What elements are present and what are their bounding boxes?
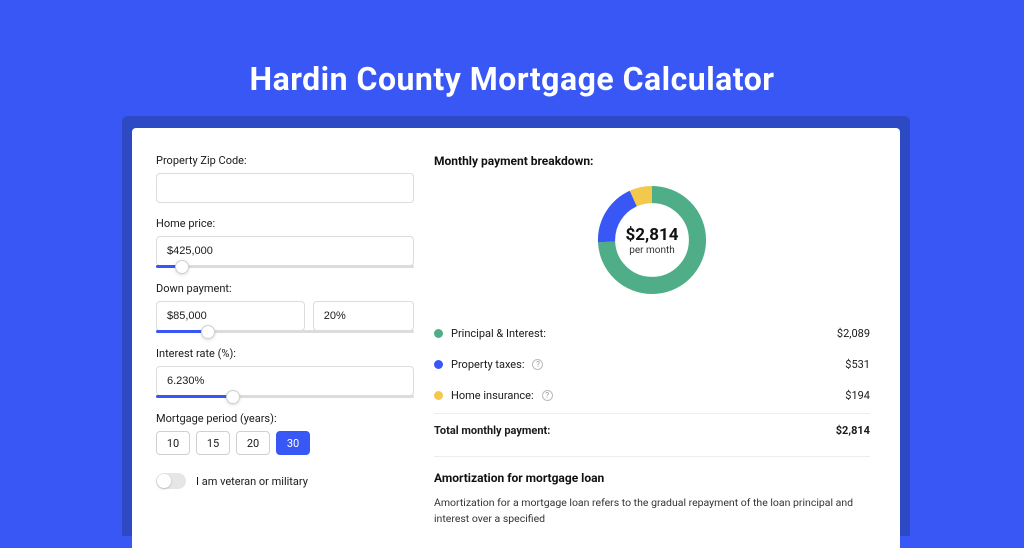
legend-label: Home insurance:	[451, 389, 534, 402]
legend-label: Principal & Interest:	[451, 327, 546, 340]
form-panel: Property Zip Code: Home price: Down paym…	[156, 154, 414, 548]
zip-field: Property Zip Code:	[156, 154, 414, 203]
interest-label: Interest rate (%):	[156, 347, 414, 360]
results-panel: Monthly payment breakdown: $2,814 per mo…	[434, 154, 870, 548]
veteran-label: I am veteran or military	[196, 475, 308, 488]
period-field: Mortgage period (years): 10152030	[156, 412, 414, 455]
down-payment-slider[interactable]	[156, 330, 414, 333]
legend-value: $2,089	[837, 327, 870, 340]
home-price-input[interactable]	[156, 236, 414, 266]
toggle-knob	[157, 474, 171, 488]
donut-chart-wrap: $2,814 per month	[434, 180, 870, 300]
legend-row: Principal & Interest: $2,089	[434, 318, 870, 349]
donut-sub: per month	[629, 245, 675, 256]
interest-input[interactable]	[156, 366, 414, 396]
breakdown-title: Monthly payment breakdown:	[434, 154, 870, 168]
home-price-field: Home price:	[156, 217, 414, 268]
legend-value: $194	[845, 389, 870, 402]
period-options: 10152030	[156, 431, 414, 455]
legend-value: $531	[845, 358, 870, 371]
interest-slider[interactable]	[156, 395, 414, 398]
period-option-20[interactable]: 20	[236, 431, 270, 455]
legend-row: Property taxes:? $531	[434, 349, 870, 380]
breakdown-legend: Principal & Interest: $2,089 Property taxe…	[434, 318, 870, 411]
donut-chart: $2,814 per month	[592, 180, 712, 300]
down-payment-amount-input[interactable]	[156, 301, 305, 331]
legend-dot-icon	[434, 360, 443, 369]
amortization-text: Amortization for a mortgage loan refers …	[434, 495, 870, 527]
page-root: Hardin County Mortgage Calculator Proper…	[0, 0, 1024, 512]
legend-dot-icon	[434, 391, 443, 400]
veteran-toggle[interactable]	[156, 473, 186, 489]
period-label: Mortgage period (years):	[156, 412, 414, 425]
calculator-card: Property Zip Code: Home price: Down paym…	[132, 128, 900, 548]
amortization-title: Amortization for mortgage loan	[434, 471, 870, 485]
home-price-slider[interactable]	[156, 265, 414, 268]
period-option-10[interactable]: 10	[156, 431, 190, 455]
total-value: $2,814	[836, 424, 870, 437]
legend-label: Property taxes:	[451, 358, 524, 371]
interest-field: Interest rate (%):	[156, 347, 414, 398]
info-icon[interactable]: ?	[532, 359, 543, 370]
total-label: Total monthly payment:	[434, 424, 550, 437]
home-price-label: Home price:	[156, 217, 414, 230]
slider-thumb[interactable]	[201, 325, 215, 339]
legend-row: Home insurance:? $194	[434, 380, 870, 411]
zip-input[interactable]	[156, 173, 414, 203]
slider-thumb[interactable]	[175, 260, 189, 274]
info-icon[interactable]: ?	[542, 390, 553, 401]
period-option-15[interactable]: 15	[196, 431, 230, 455]
down-payment-percent-input[interactable]	[313, 301, 414, 331]
amortization-section: Amortization for mortgage loan Amortizat…	[434, 456, 870, 527]
slider-thumb[interactable]	[226, 390, 240, 404]
page-title: Hardin County Mortgage Calculator	[0, 0, 1024, 98]
donut-value: $2,814	[626, 225, 679, 245]
down-payment-field: Down payment:	[156, 282, 414, 333]
total-row: Total monthly payment: $2,814	[434, 413, 870, 446]
zip-label: Property Zip Code:	[156, 154, 414, 167]
down-payment-label: Down payment:	[156, 282, 414, 295]
period-option-30[interactable]: 30	[276, 431, 310, 455]
legend-dot-icon	[434, 329, 443, 338]
veteran-row: I am veteran or military	[156, 473, 414, 489]
